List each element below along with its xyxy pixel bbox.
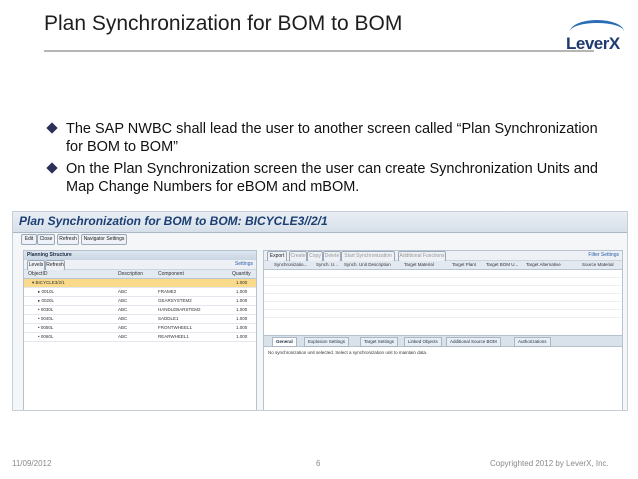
column-header[interactable]: Synchronizatio... <box>274 262 307 267</box>
column-header[interactable]: Component <box>158 271 184 277</box>
component-cell: HANDLEBARSTEM2 <box>158 307 201 312</box>
tab-additional-source-bom[interactable]: Additional Source BOM <box>446 337 501 347</box>
description-cell: ABC <box>118 316 128 321</box>
bullet-list: The SAP NWBC shall lead the user to anot… <box>46 120 606 200</box>
column-header[interactable]: Synch. Unit Description <box>344 262 391 267</box>
bullet-item: The SAP NWBC shall lead the user to anot… <box>46 120 606 156</box>
close-button[interactable]: Close <box>37 234 55 245</box>
object-id-cell: ▸ 0020L <box>38 298 55 303</box>
leverx-logo: LeverX <box>566 20 632 62</box>
panel-title: Planning Structure <box>24 251 256 260</box>
object-id-cell: • 0030L <box>38 307 54 312</box>
bullet-item: On the Plan Synchronization screen the u… <box>46 160 606 196</box>
sync-grid-header: Synchronizatio... Synch. U... Synch. Uni… <box>264 261 622 270</box>
description-cell: ABC <box>118 307 128 312</box>
column-header[interactable]: Synch. U... <box>316 262 338 267</box>
quantity-cell: 1.000 <box>236 334 248 339</box>
quantity-cell: 1.000 <box>236 298 248 303</box>
footer-date: 11/09/2012 <box>12 459 52 468</box>
component-cell: SADDLE1 <box>158 316 179 321</box>
slide-title: Plan Synchronization for BOM to BOM <box>44 12 403 35</box>
panel-toolbar: Levels ▾ Refresh Settings <box>24 260 256 277</box>
object-id-cell: • 0050L <box>38 325 54 330</box>
sync-grid-body <box>264 270 622 320</box>
diamond-bullet-icon <box>46 162 58 174</box>
component-cell: FRONTWHEEL1 <box>158 325 193 330</box>
component-cell: FRAME2 <box>158 289 177 294</box>
table-row[interactable]: • 0040L ABC SADDLE1 1.000 <box>24 315 256 324</box>
footer-copyright: Copyrighted 2012 by LeverX, Inc. <box>490 459 609 468</box>
column-header[interactable]: ObjectID <box>28 271 47 277</box>
object-id-cell: ▾ BICYCLE3/2/1 <box>32 280 65 285</box>
quantity-cell: 1.000 <box>236 325 248 330</box>
table-row[interactable]: • 0030L ABC HANDLEBARSTEM2 1.000 <box>24 306 256 315</box>
sap-screenshot: Plan Synchronization for BOM to BOM: BIC… <box>12 211 628 411</box>
table-row[interactable]: • 0060L ABC REARWHEEL1 1.000 <box>24 333 256 342</box>
object-id-cell: ▸ 0010L <box>38 289 55 294</box>
refresh-button[interactable]: Refresh <box>57 234 79 245</box>
quantity-cell: 1.000 <box>236 316 248 321</box>
bullet-text: On the Plan Synchronization screen the u… <box>66 161 598 195</box>
column-header[interactable]: Source Material <box>582 262 614 267</box>
table-row[interactable]: ▸ 0020L ABC GEARSYSTEM2 1.000 <box>24 297 256 306</box>
edit-button[interactable]: Edit <box>21 234 37 245</box>
filter-settings-link[interactable]: Filter Settings <box>588 252 619 258</box>
sap-window-title: Plan Synchronization for BOM to BOM: BIC… <box>19 214 328 228</box>
tab-target-settings[interactable]: Target Settings <box>360 337 399 347</box>
object-id-cell: • 0060L <box>38 334 54 339</box>
settings-link[interactable]: Settings <box>235 261 253 267</box>
diamond-bullet-icon <box>46 122 58 134</box>
bullet-text: The SAP NWBC shall lead the user to anot… <box>66 121 598 155</box>
component-cell: REARWHEEL1 <box>158 334 189 339</box>
sap-toolbar: Edit Close Refresh Navigator Settings <box>13 234 627 246</box>
description-cell: ABC <box>118 334 128 339</box>
table-row[interactable]: • 0050L ABC FRONTWHEEL1 1.000 <box>24 324 256 333</box>
navigator-settings-button[interactable]: Navigator Settings <box>81 234 127 245</box>
description-cell: ABC <box>118 289 128 294</box>
tab-linked-objects[interactable]: Linked Objects <box>404 337 442 347</box>
sync-units-panel: Export ▾ Create Copy Delete Start Synchr… <box>263 250 623 410</box>
table-row[interactable]: ▾ BICYCLE3/2/1 1.000 <box>24 279 256 288</box>
quantity-cell: 1.000 <box>236 307 248 312</box>
component-cell: GEARSYSTEM2 <box>158 298 192 303</box>
table-row[interactable]: ▸ 0010L ABC FRAME2 1.000 <box>24 288 256 297</box>
column-header[interactable]: Target BOM U... <box>486 262 518 267</box>
tab-explosion-settings[interactable]: Explosion Settings <box>304 337 350 347</box>
quantity-cell: 1.000 <box>236 280 248 285</box>
title-divider <box>44 50 594 52</box>
sync-toolbar: Export ▾ Create Copy Delete Start Synchr… <box>264 251 622 268</box>
column-header[interactable]: Target Material <box>404 262 434 267</box>
tab-authorizations[interactable]: Authorizations <box>514 337 551 347</box>
description-cell: ABC <box>118 298 128 303</box>
grid-header: ObjectID Description Component Quantity <box>24 270 256 279</box>
column-header[interactable]: Target Alternative <box>526 262 561 267</box>
quantity-cell: 1.000 <box>236 289 248 294</box>
description-cell: ABC <box>118 325 128 330</box>
tab-general[interactable]: General <box>272 337 297 347</box>
column-header[interactable]: Description <box>118 271 143 277</box>
logo-text: LeverX <box>566 34 620 53</box>
column-header[interactable]: Target Plant <box>452 262 476 267</box>
detail-tabstrip: General Explosion Settings Target Settin… <box>264 335 622 347</box>
object-id-cell: • 0040L <box>38 316 54 321</box>
footer-page-number: 6 <box>316 459 321 468</box>
sap-window-titlebar: Plan Synchronization for BOM to BOM: BIC… <box>13 212 627 233</box>
status-message: No synchronization unit selected. Select… <box>268 350 428 355</box>
column-header[interactable]: Quantity <box>232 271 251 277</box>
planning-structure-panel: Planning Structure Levels ▾ Refresh Sett… <box>23 250 257 410</box>
